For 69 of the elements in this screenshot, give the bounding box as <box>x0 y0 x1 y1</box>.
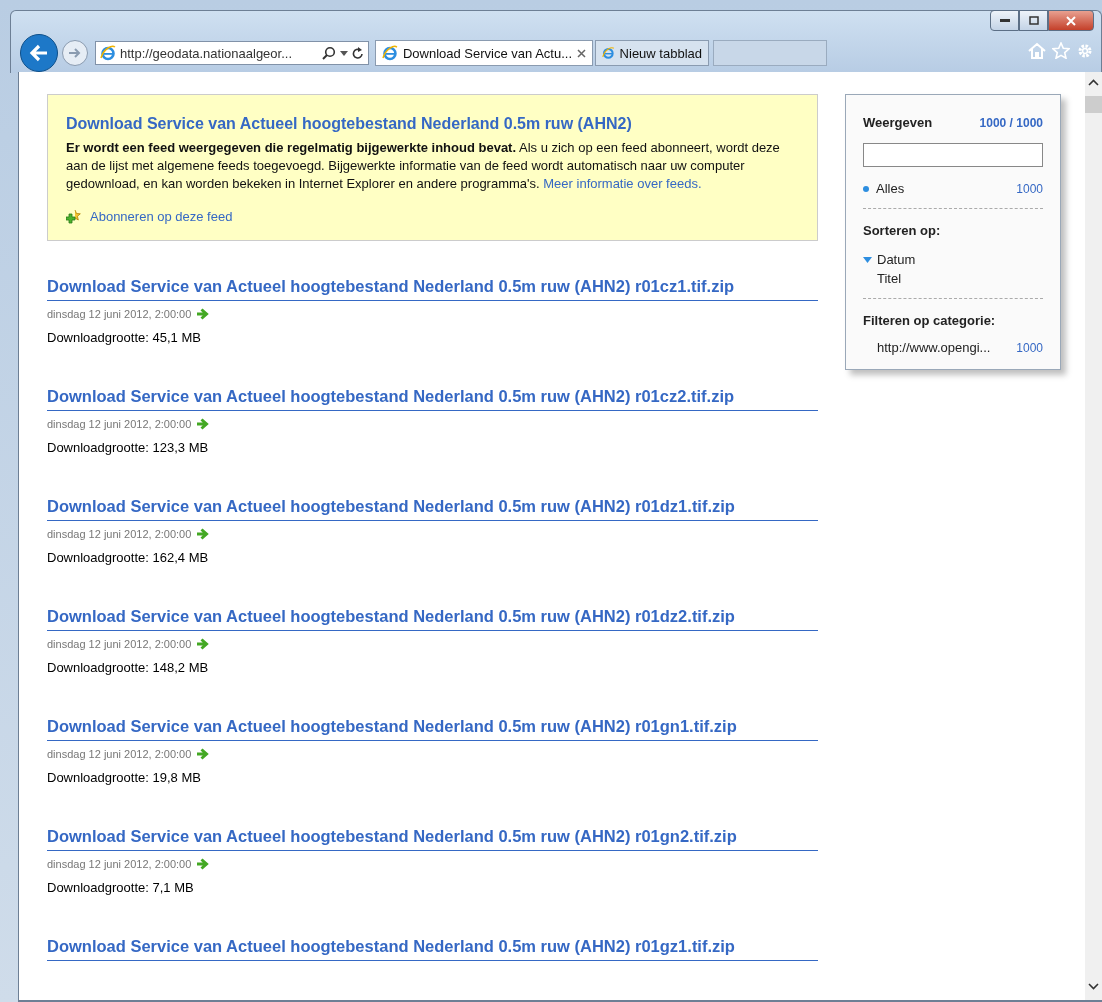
entry-title-link[interactable]: Download Service van Actueel hoogtebestand Nederland 0.5m ruw (AHN2) r01cz1.tif.zip <box>47 277 735 295</box>
arrow-right-icon[interactable] <box>196 638 210 650</box>
address-bar[interactable]: http://geodata.nationaalgeor... <box>95 41 369 65</box>
subscribe-link[interactable]: Abonneren op deze feed <box>90 209 233 224</box>
download-size: Downloadgrootte: 45,1 MB <box>47 330 201 345</box>
entry-date: dinsdag 12 juni 2012, 2:00:00 <box>47 418 192 430</box>
sort-heading: Sorteren op: <box>863 223 942 238</box>
download-size: Downloadgrootte: 19,8 MB <box>47 770 201 785</box>
entry-title-link[interactable]: Download Service van Actueel hoogtebestand Nederland 0.5m ruw (AHN2) r01cz2.tif.zip <box>47 387 735 405</box>
bullet-icon <box>863 185 869 192</box>
show-count[interactable]: 1000 / 1000 <box>979 115 1043 130</box>
entry-date: dinsdag 12 juni 2012, 2:00:00 <box>47 748 192 760</box>
refresh-icon[interactable] <box>352 46 364 60</box>
browser-logo-icon <box>382 45 398 61</box>
entry-title-link[interactable]: Download Service van Actueel hoogtebestand Nederland 0.5m ruw (AHN2) r01gn1.tif.zip <box>47 717 737 735</box>
entry-date: dinsdag 12 juni 2012, 2:00:00 <box>47 858 192 870</box>
settings-icon[interactable] <box>1076 42 1094 60</box>
feed-notice: Er wordt een feed weergegeven die regelmatig bijgewerkte inhoud bevat. Als u zich op een feed abonneert, wordt deze aan de lijst met algemene feeds toegevoegd. Bijgewerkte informatie van de feed wordt automatisch naar uw computer gedownload, en kan worden bekeken in Internet Explorer en andere programma's. Meer informatie over feeds. <box>66 139 781 193</box>
entry-date: dinsdag 12 juni 2012, 2:00:00 <box>47 528 192 540</box>
star-icon[interactable] <box>1052 42 1070 59</box>
download-size: Downloadgrootte: 7,1 MB <box>47 880 194 895</box>
entry-title-link[interactable]: Download Service van Actueel hoogtebestand Nederland 0.5m ruw (AHN2) r01dz2.tif.zip <box>47 607 735 625</box>
browser-logo-icon <box>602 45 615 61</box>
entry-title-link[interactable]: Download Service van Actueel hoogtebestand Nederland 0.5m ruw (AHN2) r01dz1.tif.zip <box>47 497 735 515</box>
filter-field[interactable] <box>863 143 1043 167</box>
show-label: Weergeven <box>863 115 933 130</box>
scrollbar-thumb[interactable] <box>1085 96 1102 113</box>
arrow-right-icon[interactable] <box>196 748 210 760</box>
download-size: Downloadgrootte: 162,4 MB <box>47 550 209 565</box>
new-tab-button[interactable] <box>713 40 827 66</box>
entry-title-link[interactable]: Download Service van Actueel hoogtebestand Nederland 0.5m ruw (AHN2) r01gn2.tif.zip <box>47 827 737 845</box>
subscribe-icon[interactable] <box>66 209 81 224</box>
entry-date: dinsdag 12 juni 2012, 2:00:00 <box>47 638 192 650</box>
close-icon[interactable] <box>577 48 586 58</box>
close-icon <box>1066 15 1076 26</box>
arrow-left-icon <box>29 44 49 62</box>
arrow-right-icon <box>68 47 82 59</box>
category-option[interactable]: http://www.opengi... <box>877 340 991 355</box>
sort-option[interactable]: Titel <box>863 269 902 288</box>
download-size: Downloadgrootte: 148,2 MB <box>47 660 209 675</box>
close-button[interactable] <box>1048 10 1094 31</box>
minimize-button[interactable] <box>990 10 1019 31</box>
filter-count: 1000 <box>1016 181 1043 196</box>
caret-icon[interactable] <box>340 50 348 56</box>
arrow-right-icon[interactable] <box>196 308 210 320</box>
minimize-icon <box>999 18 1010 23</box>
maximize-button[interactable] <box>1019 10 1048 31</box>
download-size: Downloadgrootte: 123,3 MB <box>47 440 209 455</box>
more-info-link[interactable]: Meer informatie over feeds. <box>543 176 702 191</box>
entry-title-link[interactable]: Download Service van Actueel hoogtebestand Nederland 0.5m ruw (AHN2) r01gz1.tif.zip <box>47 937 735 955</box>
maximize-icon <box>1028 16 1039 25</box>
browser-tab[interactable]: Download Service van Actu... <box>375 40 593 66</box>
arrow-right-icon[interactable] <box>196 858 210 870</box>
category-heading: Filteren op categorie: <box>863 313 997 328</box>
scrollbar[interactable] <box>1085 72 1102 1000</box>
feed-title: Download Service van Actueel hoogtebestand Nederland 0.5m ruw (AHN2) <box>66 115 632 132</box>
scroll-up-icon[interactable] <box>1088 79 1099 86</box>
filter-option[interactable]: Alles <box>863 179 905 198</box>
sort-descending-icon <box>863 256 872 263</box>
arrow-right-icon[interactable] <box>196 418 210 430</box>
entry-date: dinsdag 12 juni 2012, 2:00:00 <box>47 308 192 320</box>
arrow-right-icon[interactable] <box>196 528 210 540</box>
browser-logo-icon <box>100 45 116 61</box>
browser-tab[interactable]: Nieuw tabblad <box>595 40 709 66</box>
scroll-down-icon[interactable] <box>1088 983 1099 990</box>
search-icon[interactable] <box>322 46 336 60</box>
category-count: 1000 <box>1016 340 1043 355</box>
sort-option[interactable]: Datum <box>863 250 916 269</box>
home-icon[interactable] <box>1028 42 1046 59</box>
